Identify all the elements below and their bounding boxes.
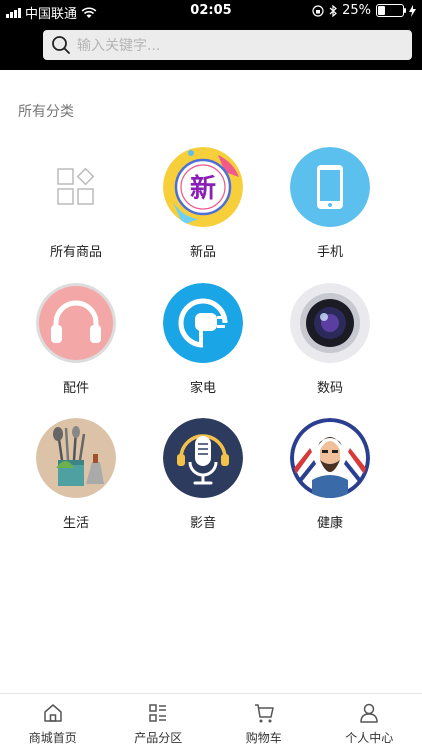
tab-label: 购物车: [246, 729, 282, 746]
tab-label: 个人中心: [345, 729, 393, 746]
category-label: 健康: [275, 512, 385, 531]
new-badge-icon: 新: [163, 147, 243, 227]
search-placeholder: 输入关键字...: [77, 35, 160, 55]
headphones-icon: [36, 283, 116, 363]
battery-percent: 25%: [342, 3, 371, 18]
tab-categories[interactable]: 产品分区: [106, 694, 212, 751]
tab-profile[interactable]: 个人中心: [317, 694, 422, 751]
search-icon: [51, 35, 71, 55]
status-bar: 中国联通 02:05 25%: [0, 0, 422, 22]
tab-label: 产品分区: [134, 729, 182, 746]
category-phone[interactable]: 手机: [275, 147, 385, 260]
category-label: 影音: [148, 512, 258, 531]
search-input[interactable]: 输入关键字...: [43, 30, 412, 60]
phone-icon: [290, 147, 370, 227]
microphone-icon: [163, 418, 243, 498]
new-badge-text: 新: [190, 173, 216, 204]
tab-cart[interactable]: 购物车: [211, 694, 317, 751]
grid-icon: [36, 147, 116, 227]
camera-lens-icon: [290, 283, 370, 363]
category-label: 配件: [21, 377, 131, 396]
battery-tip: [404, 8, 406, 13]
status-right: 25%: [312, 3, 416, 18]
header: 输入关键字...: [0, 22, 422, 70]
cart-icon: [253, 702, 275, 724]
category-digital[interactable]: 数码: [275, 283, 385, 396]
barber-icon: [290, 418, 370, 498]
plug-icon: [163, 283, 243, 363]
category-health[interactable]: 健康: [275, 418, 385, 531]
category-label: 数码: [275, 377, 385, 396]
tab-bar: 商城首页 产品分区 购物车 个人中心: [0, 693, 422, 751]
category-label: 新品: [148, 241, 258, 260]
category-label: 生活: [21, 512, 131, 531]
charging-icon: [409, 5, 416, 17]
kitchen-tools-icon: [36, 418, 116, 498]
bluetooth-icon: [329, 5, 337, 17]
tab-label: 商城首页: [29, 729, 77, 746]
battery-icon: [376, 4, 404, 17]
category-living[interactable]: 生活: [21, 418, 131, 531]
category-appliances[interactable]: 家电: [148, 283, 258, 396]
category-accessories[interactable]: 配件: [21, 283, 131, 396]
user-icon: [358, 702, 380, 724]
category-label: 所有商品: [21, 241, 131, 260]
category-new[interactable]: 新 新品: [148, 147, 258, 260]
category-label: 家电: [148, 377, 258, 396]
tab-home[interactable]: 商城首页: [0, 694, 106, 751]
category-label: 手机: [275, 241, 385, 260]
home-icon: [42, 702, 64, 724]
section-title: 所有分类: [18, 101, 74, 121]
category-all-products[interactable]: 所有商品: [21, 147, 131, 260]
category-list-icon: [147, 702, 169, 724]
category-audio-video[interactable]: 影音: [148, 418, 258, 531]
orientation-lock-icon: [312, 5, 324, 17]
battery-level: [378, 6, 385, 15]
